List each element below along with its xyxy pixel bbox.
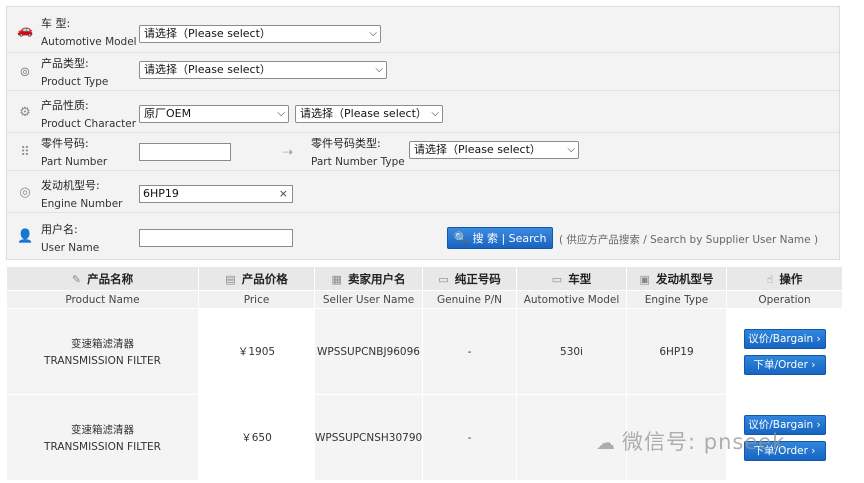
- price-cell: ￥1905: [198, 308, 315, 395]
- part-number-label: 零件号码: Part Number: [41, 137, 108, 168]
- col-engine: ▣ 发动机型号: [626, 266, 727, 291]
- genuine-cell: -: [422, 394, 517, 481]
- col-genuine: ▭ 纯正号码: [422, 266, 517, 291]
- row-user-name: 👤 用户名: User Name 🔍 搜 索 | Search ( 供应方产品搜索…: [7, 213, 839, 259]
- col-product-name: ✎ 产品名称: [6, 266, 199, 291]
- part-number-input[interactable]: [139, 143, 231, 161]
- edit-icon: ✎: [71, 272, 82, 286]
- genuine-cell: -: [422, 308, 517, 395]
- col-seller-en: Seller User Name: [314, 290, 423, 309]
- product-type-select[interactable]: 请选择（Please select） ⌵: [139, 61, 387, 79]
- automotive-model-select[interactable]: 请选择（Please select） ⌵: [139, 25, 381, 43]
- search-button[interactable]: 🔍 搜 索 | Search: [447, 227, 553, 249]
- seller-cell: WPSSUPCNSH30790: [314, 394, 423, 481]
- user-name-label: 用户名: User Name: [41, 223, 100, 254]
- col-operation: ☝ 操作: [726, 266, 843, 291]
- product-character-select[interactable]: 原厂OEM ⌵: [139, 105, 289, 123]
- engine-cell: 6HP19: [626, 308, 727, 395]
- wechat-icon: ☁: [596, 432, 616, 454]
- chevron-down-icon: ⌵: [369, 28, 377, 39]
- col-operation-en: Operation: [726, 290, 843, 309]
- header-row-cn: ✎ 产品名称 ▤ 产品价格 ▦ 卖家用户名 ▭ 纯正号码 ▭ 车型 ▣ 发动机型号 ☝ 操作: [6, 266, 843, 291]
- model-cell: 530i: [516, 308, 627, 395]
- seller-cell: WPSSUPCNBJ96096: [314, 308, 423, 395]
- row-product-character: ⚙ 产品性质: Product Character 原厂OEM ⌵ 请选择（Ple…: [7, 91, 839, 133]
- engine-number-label: 发动机型号: Engine Number: [41, 179, 123, 210]
- col-seller: ▦ 卖家用户名: [314, 266, 423, 291]
- car-icon: ▭: [551, 272, 563, 286]
- engine-icon: ▣: [639, 272, 650, 286]
- product-character-label: 产品性质: Product Character: [41, 99, 137, 130]
- row-engine-number: ◎ 发动机型号: Engine Number 6HP19 ×: [7, 171, 839, 213]
- col-model: ▭ 车型: [516, 266, 627, 291]
- order-button[interactable]: 下单/Order ›: [743, 354, 826, 375]
- watermark: ☁ 微信号: pnseek: [596, 430, 786, 454]
- operation-cell: 议价/Bargain › 下单/Order ›: [726, 308, 843, 395]
- table-row: 变速箱滤清器 TRANSMISSION FILTER ￥1905 WPSSUPC…: [6, 308, 843, 395]
- clear-icon[interactable]: ×: [279, 186, 288, 202]
- product-type-label: 产品类型: Product Type: [41, 57, 109, 88]
- col-price: ▤ 产品价格: [198, 266, 315, 291]
- grid-icon: ⠿: [20, 145, 30, 160]
- user-name-input[interactable]: [139, 229, 293, 247]
- part-number-type-select[interactable]: 请选择（Please select） ⌵: [409, 141, 579, 159]
- car-icon: 🚗: [17, 23, 34, 38]
- engine-icon: ◎: [19, 185, 31, 200]
- price-cell: ￥650: [198, 394, 315, 481]
- chevron-down-icon: ⌵: [431, 108, 439, 119]
- col-product-name-en: Product Name: [6, 290, 199, 309]
- header-row-en: Product Name Price Seller User Name Genu…: [6, 290, 843, 309]
- search-note: ( 供应方产品搜索 / Search by Supplier User Name…: [559, 234, 819, 246]
- bargain-button[interactable]: 议价/Bargain ›: [743, 328, 826, 349]
- user-icon: 👤: [17, 229, 34, 244]
- barcode-icon: ▭: [438, 272, 449, 286]
- product-name-cell: 变速箱滤清器 TRANSMISSION FILTER: [6, 394, 199, 481]
- product-name-cell: 变速箱滤清器 TRANSMISSION FILTER: [6, 308, 199, 395]
- row-product-type: ⊚ 产品类型: Product Type 请选择（Please select） ⌵: [7, 53, 839, 91]
- product-type-icon: ⊚: [19, 65, 31, 80]
- link-icon: ⇢: [283, 145, 294, 159]
- automotive-model-label: 车 型: Automotive Model: [41, 17, 137, 48]
- col-model-en: Automotive Model: [516, 290, 627, 309]
- engine-number-input[interactable]: 6HP19 ×: [139, 185, 293, 203]
- search-icon: 🔍: [453, 231, 469, 245]
- col-engine-en: Engine Type: [626, 290, 727, 309]
- seller-icon: ▦: [331, 272, 342, 286]
- chevron-down-icon: ⌵: [567, 144, 575, 155]
- hand-icon: ☝: [766, 272, 774, 286]
- product-character-sub-select[interactable]: 请选择（Please select） ⌵: [295, 105, 443, 123]
- chevron-down-icon: ⌵: [375, 64, 383, 75]
- col-genuine-en: Genuine P/N: [422, 290, 517, 309]
- gear-icon: ⚙: [19, 105, 31, 120]
- row-automotive-model: 🚗 车 型: Automotive Model 请选择（Please selec…: [7, 7, 839, 53]
- price-icon: ▤: [225, 272, 236, 286]
- part-number-type-label: 零件号码类型: Part Number Type: [311, 137, 405, 168]
- search-form: 🚗 车 型: Automotive Model 请选择（Please selec…: [6, 6, 840, 260]
- chevron-down-icon: ⌵: [277, 108, 285, 119]
- col-price-en: Price: [198, 290, 315, 309]
- row-part-number: ⠿ 零件号码: Part Number ⇢ 零件号码类型: Part Numbe…: [7, 133, 839, 171]
